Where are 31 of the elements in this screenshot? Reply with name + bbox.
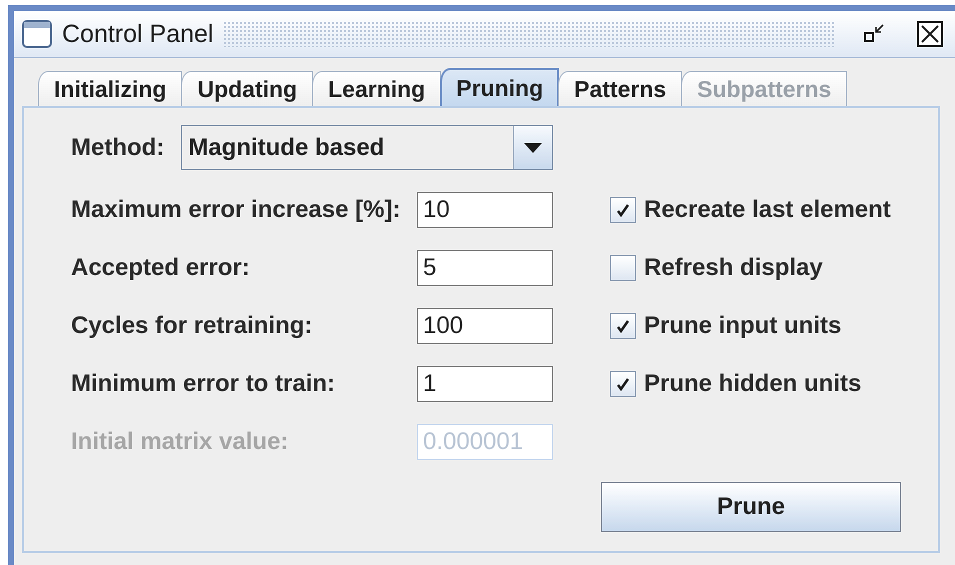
tab[interactable]: Initializing (38, 71, 182, 106)
checkbox-label: Refresh display (644, 254, 823, 282)
field-label: Accepted error: (71, 254, 251, 282)
input-field[interactable]: 10 (417, 192, 553, 228)
input-field[interactable]: 1 (417, 366, 553, 402)
field-label: Initial matrix value: (71, 428, 290, 456)
input-field[interactable]: 100 (417, 308, 553, 344)
checkbox[interactable] (610, 313, 636, 339)
window-icon (22, 20, 52, 48)
window-title: Control Panel (62, 20, 214, 48)
check-icon (616, 319, 630, 333)
checkbox[interactable] (610, 255, 636, 281)
field-label: Minimum error to train: (71, 370, 336, 398)
close-icon[interactable] (917, 21, 943, 47)
checkbox[interactable] (610, 197, 636, 223)
method-dropdown[interactable]: Magnitude based (181, 125, 553, 170)
checkbox-label: Prune hidden units (644, 370, 862, 398)
checkbox-label: Recreate last element (644, 196, 891, 224)
check-icon (616, 377, 630, 391)
caret-icon (524, 142, 542, 152)
checkbox-label: Prune input units (644, 312, 842, 340)
check-icon (616, 203, 630, 217)
input-field[interactable]: 5 (417, 250, 553, 286)
restore-icon[interactable] (863, 23, 885, 45)
method-label: Method: (71, 134, 164, 162)
field-label: Cycles for retraining: (71, 312, 314, 340)
prune-button[interactable]: Prune (601, 482, 901, 532)
tab[interactable]: Pruning (440, 68, 560, 106)
field-label: Maximum error increase [%]: (71, 196, 402, 224)
tab[interactable]: Patterns (558, 71, 682, 106)
checkbox[interactable] (610, 371, 636, 397)
